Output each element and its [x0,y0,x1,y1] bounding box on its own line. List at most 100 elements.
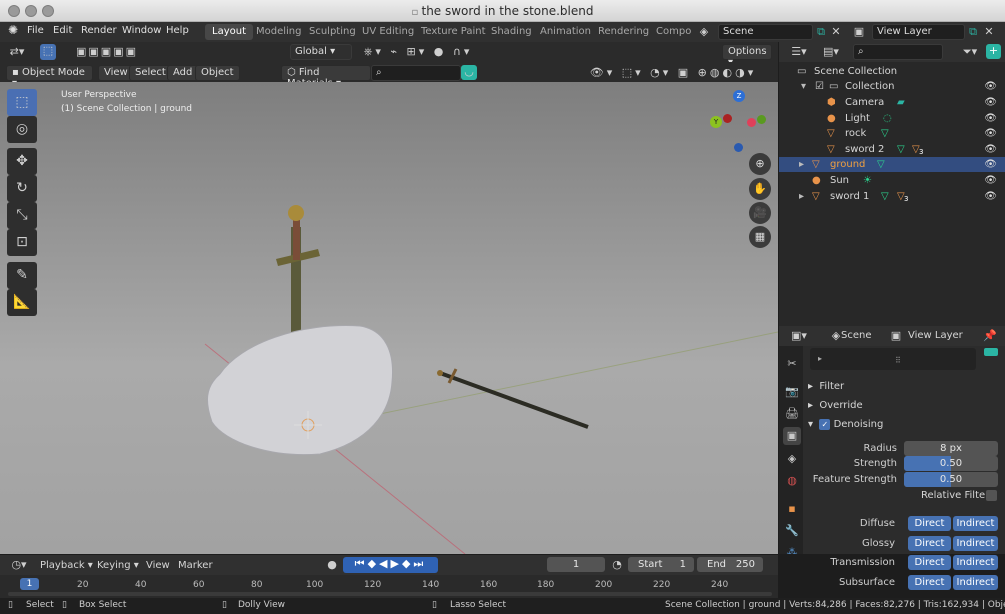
menu-window[interactable]: Window [122,25,161,36]
find-materials-dropdown[interactable]: ⬡ Find Materials ▾ [281,65,371,89]
denoising-section[interactable]: ▾ ✓ Denoising [808,419,883,430]
radius-field[interactable]: 8 px [904,441,998,456]
camera-view-icon[interactable]: 🎥 [749,202,771,224]
override-section[interactable]: ▸ Override [808,400,863,411]
list-add-icon[interactable] [984,348,998,356]
feature-strength-slider[interactable]: 0.50 [904,472,998,487]
cursor-tool[interactable]: ◎ [7,116,37,143]
menu-edit[interactable]: Edit [53,25,72,36]
rotate-tool[interactable]: ↻ [7,175,37,202]
object-menu[interactable]: Object [195,65,240,81]
material-search-input[interactable]: ⌕ [371,65,461,81]
checkbox-icon[interactable]: ☑ [815,79,824,94]
visibility-eye-icon[interactable]: 👁 [984,142,997,157]
outliner-editor-icon[interactable]: ☰▾ [787,45,811,59]
mode-dropdown[interactable]: ▪ Object Mode ▾ [6,65,93,89]
snapping-icons[interactable]: ⎈▾ ⌁ ⊞▾ ● ∩▾ [358,45,478,59]
timeline-scrollbar[interactable] [8,592,772,596]
measure-tool[interactable]: 📐 [7,289,37,316]
glossy-indirect-toggle[interactable]: Indirect [953,536,998,551]
options-dropdown[interactable]: Options ▾ [722,44,772,68]
navigation-gizmo[interactable]: Z Y [705,88,770,158]
transform-orientation-dropdown[interactable]: Global ▾ [290,44,352,60]
stopwatch-icon[interactable]: ◔ [610,558,624,572]
scene-tab-icon[interactable]: ◈ [783,450,801,468]
tab-uv-editing[interactable]: UV Editing [355,24,421,40]
annotate-tool[interactable]: ✎ [7,262,37,289]
visibility-eye-icon[interactable]: 👁 [984,189,997,204]
pin-icon[interactable]: 📌 [983,329,997,343]
filter-section[interactable]: ▸ Filter [808,381,844,392]
outliner-row[interactable]: ⬢ Camera ▰ 👁 [779,95,1005,110]
subsurface-indirect-toggle[interactable]: Indirect [953,575,998,590]
strength-slider[interactable]: 0.50 [904,456,998,471]
timeline-editor-icon[interactable]: ◷▾ [8,558,30,572]
particles-tab-icon[interactable]: ⁂ [783,544,801,554]
new-view-layer-icon[interactable]: ⧉ [966,25,980,39]
marker-menu[interactable]: Marker [178,560,213,571]
glossy-direct-toggle[interactable]: Direct [908,536,951,551]
blender-logo-icon[interactable]: ✺ [8,23,18,37]
transmission-indirect-toggle[interactable]: Indirect [953,555,998,570]
gizmo-x-axis[interactable] [747,118,756,127]
expand-arrow-icon[interactable]: ▸ [799,189,804,204]
editor-type-icon[interactable]: ⇄▾ [6,45,28,59]
tab-sculpting[interactable]: Sculpting [302,24,363,40]
visibility-eye-icon[interactable]: 👁 [984,111,997,126]
transform-tool[interactable]: ⊡ [7,229,37,256]
current-frame-field[interactable]: 1 [547,557,605,572]
gizmo-z-neg[interactable] [734,143,743,152]
scene-icon[interactable]: ◈ [695,25,713,39]
visibility-eye-icon[interactable]: 👁 [984,173,997,188]
tab-layout[interactable]: Layout [205,24,253,40]
delete-view-layer-icon[interactable]: ✕ [982,25,996,39]
render-tab-icon[interactable]: 📷 [783,383,801,401]
display-mode-icon[interactable]: ▤▾ [819,45,843,59]
outliner-row[interactable]: ▽ sword 2 ▽ ▽ 3 👁 [779,142,1005,157]
filter-icon[interactable]: ⏷▾ [959,45,981,59]
menu-help[interactable]: Help [166,25,189,36]
outliner-row-selected[interactable]: ▸ ▽ ground ▽ 👁 [779,157,1005,172]
diffuse-direct-toggle[interactable]: Direct [908,516,951,531]
outliner-row[interactable]: ▭ Scene Collection [779,64,1005,79]
list-expand-icon[interactable]: ▸ [818,354,822,363]
modifier-tab-icon[interactable]: 🔧 [783,522,801,540]
keying-menu[interactable]: Keying ▾ [97,560,139,571]
selection-mode-icons[interactable]: ▣▣▣▣▣ [68,45,146,59]
view-menu[interactable]: View [146,560,170,571]
record-icon[interactable]: ● [325,558,339,572]
subsurface-direct-toggle[interactable]: Direct [908,575,951,590]
outliner-row[interactable]: ● Light ◌ 👁 [779,111,1005,126]
visibility-eye-icon[interactable]: 👁 [984,126,997,141]
menu-render[interactable]: Render [81,25,117,36]
gizmo-y-neg[interactable] [757,115,766,124]
scene-field[interactable]: Scene [718,24,813,40]
material-link-icon[interactable]: ◡ [461,65,477,80]
transmission-direct-toggle[interactable]: Direct [908,555,951,570]
playhead[interactable]: 1 [20,578,39,590]
properties-editor-icon[interactable]: ▣▾ [787,329,811,343]
gizmo-z-axis[interactable]: Z [733,90,745,102]
output-tab-icon[interactable]: 🖨 [783,405,801,423]
outliner-row[interactable]: ▸ ▽ sword 1 ▽ ▽ 3 👁 [779,189,1005,204]
zoom-icon[interactable]: ⊕ [749,153,771,175]
playback-menu[interactable]: Playback ▾ [40,560,93,571]
tab-animation[interactable]: Animation [533,24,598,40]
playback-controls[interactable]: ⏮◆◀▶◆⏭ [343,557,438,573]
move-tool[interactable]: ✥ [7,148,37,175]
viewport-shading-icons[interactable]: 👁▾ ⬚▾ ◔▾ ▣ ⊕◍◐◑▾ [578,66,768,80]
view-layer-tab-icon[interactable]: ▣ [783,427,801,445]
scale-tool[interactable]: ⤡ [7,202,37,229]
tab-rendering[interactable]: Rendering [591,24,656,40]
diffuse-indirect-toggle[interactable]: Indirect [953,516,998,531]
world-tab-icon[interactable]: ◍ [783,472,801,490]
end-frame-field[interactable]: End 250 [697,557,763,572]
tab-modeling[interactable]: Modeling [249,24,309,40]
gizmo-y-axis[interactable]: Y [710,116,722,128]
new-collection-icon[interactable]: + [986,44,1001,59]
add-menu[interactable]: Add [167,65,199,81]
select-menu[interactable]: Select [129,65,172,81]
relative-filter-checkbox[interactable] [986,490,997,501]
list-resize-handle[interactable]: ⠿ [895,356,901,365]
3d-viewport[interactable]: User Perspective (1) Scene Collection | … [0,82,778,554]
